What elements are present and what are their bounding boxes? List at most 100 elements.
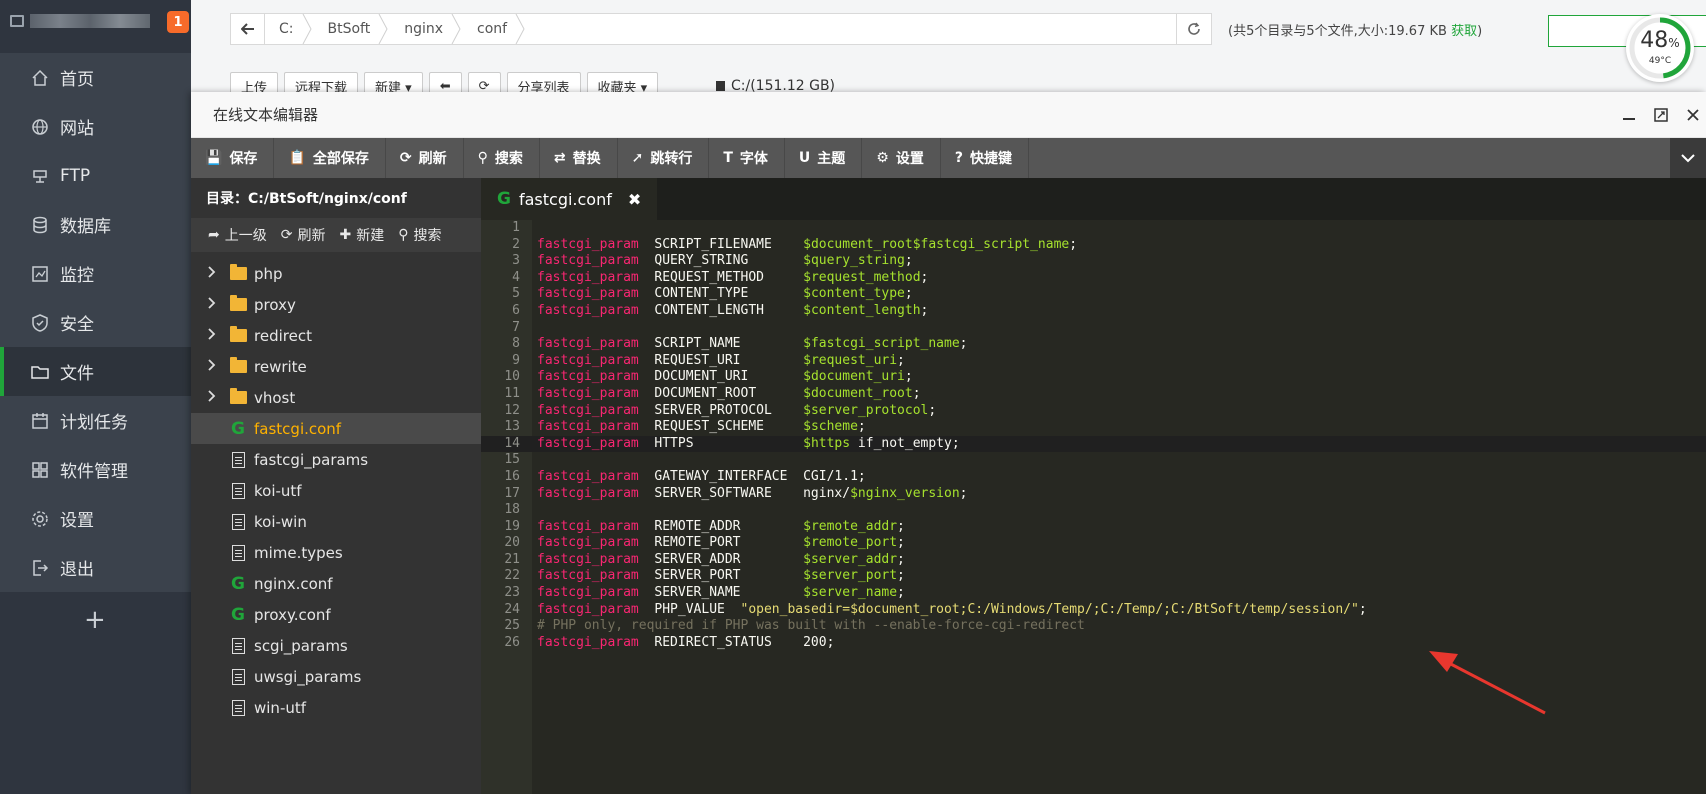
code-line[interactable]: 24 fastcgi_param PHP_VALUE "open_basedir=…: [481, 602, 1706, 619]
sidebar-item-gear[interactable]: 设置: [0, 494, 191, 543]
code-token: SCRIPT_FILENAME: [638, 236, 804, 252]
code-line[interactable]: 7: [481, 320, 1706, 337]
toolbar-help-button[interactable]: ? 快捷键: [941, 138, 1029, 178]
code-line[interactable]: 17 fastcgi_param SERVER_SOFTWARE nginx/$n…: [481, 486, 1706, 503]
tree-folder[interactable]: proxy: [191, 289, 481, 320]
tree-action-up-level[interactable]: ➦ 上一级: [208, 225, 267, 245]
toolbar-font-button[interactable]: T 字体: [709, 138, 785, 178]
code-line[interactable]: 13 fastcgi_param REQUEST_SCHEME $scheme;: [481, 419, 1706, 436]
sidebar-item-calendar[interactable]: 计划任务: [0, 396, 191, 445]
sidebar-item-database[interactable]: 数据库: [0, 200, 191, 249]
tree-action-search[interactable]: ⚲ 搜索: [398, 225, 441, 245]
code-token: fastcgi_param: [537, 236, 639, 252]
breadcrumb-item[interactable]: BtSoft: [314, 14, 391, 44]
expand-chevron-icon[interactable]: [208, 327, 216, 344]
toolbar-save-all-button[interactable]: 📋 全部保存: [274, 138, 386, 178]
notification-badge[interactable]: 1: [167, 11, 189, 33]
toolbar-goto-line-button[interactable]: ➚ 跳转行: [618, 138, 710, 178]
tab-close-icon[interactable]: ✖: [628, 190, 641, 209]
database-icon: [30, 215, 50, 235]
toolbar-collapse-chevron-icon[interactable]: [1670, 138, 1706, 178]
tree-file[interactable]: Gproxy.conf: [191, 599, 481, 630]
code-line[interactable]: 19 fastcgi_param REMOTE_ADDR $remote_addr…: [481, 519, 1706, 536]
code-line[interactable]: 14 fastcgi_param HTTPS $https if_not_empt…: [481, 435, 1706, 453]
toolbar-magnet-button[interactable]: U 主题: [785, 138, 863, 178]
g-glyph: G: [231, 573, 245, 594]
toolbar-replace-button[interactable]: ⇄ 替换: [540, 138, 618, 178]
close-icon[interactable]: [1684, 106, 1702, 124]
tree-file[interactable]: Gfastcgi.conf: [191, 413, 481, 444]
code-line[interactable]: 9 fastcgi_param REQUEST_URI $request_uri;: [481, 353, 1706, 370]
tree-file[interactable]: uwsgi_params: [191, 661, 481, 692]
maximize-icon[interactable]: [1652, 106, 1670, 124]
tree-file[interactable]: scgi_params: [191, 630, 481, 661]
cpu-gauge[interactable]: 48% 49°C: [1626, 14, 1694, 82]
expand-chevron-icon[interactable]: [208, 296, 216, 313]
editor-title: 在线文本编辑器: [213, 106, 319, 124]
code-line[interactable]: 25 # PHP only, required if PHP was built …: [481, 618, 1706, 635]
code-line[interactable]: 11 fastcgi_param DOCUMENT_ROOT $document_…: [481, 386, 1706, 403]
code-line[interactable]: 20 fastcgi_param REMOTE_PORT $remote_port…: [481, 535, 1706, 552]
toolbar-save-button[interactable]: 💾 保存: [191, 138, 275, 178]
minimize-icon[interactable]: [1620, 106, 1638, 124]
code-lines[interactable]: 1 2 fastcgi_param SCRIPT_FILENAME $documen…: [481, 220, 1706, 651]
path-refresh-button[interactable]: [1176, 13, 1212, 45]
sidebar-item-globe[interactable]: 网站: [0, 102, 191, 151]
expand-chevron-icon[interactable]: [208, 389, 216, 406]
code-token: fastcgi_param: [537, 568, 639, 584]
code-line[interactable]: 23 fastcgi_param SERVER_NAME $server_name…: [481, 585, 1706, 602]
sidebar-item-apps[interactable]: 软件管理: [0, 445, 191, 494]
file-tab[interactable]: G fastcgi.conf ✖: [481, 178, 658, 220]
sidebar-item-monitor[interactable]: 监控: [0, 249, 191, 298]
code-line[interactable]: 3 fastcgi_param QUERY_STRING $query_strin…: [481, 253, 1706, 270]
expand-chevron-icon[interactable]: [208, 265, 216, 282]
size-fetch-link[interactable]: 获取: [1451, 24, 1477, 39]
tree-folder[interactable]: rewrite: [191, 351, 481, 382]
code-editor[interactable]: G fastcgi.conf ✖ 1 2 fastcgi_param SCRIPT_…: [481, 178, 1706, 794]
line-number: 5: [512, 286, 520, 302]
tree-file[interactable]: koi-win: [191, 506, 481, 537]
tree-file[interactable]: koi-utf: [191, 475, 481, 506]
sidebar-item-home[interactable]: 首页: [0, 53, 191, 102]
code-token: REMOTE_ADDR: [638, 518, 804, 534]
path-bar[interactable]: C: BtSoft nginx conf: [230, 13, 1212, 45]
tree-folder[interactable]: vhost: [191, 382, 481, 413]
tree-folder[interactable]: php: [191, 258, 481, 289]
sidebar-item-folder[interactable]: 文件: [0, 347, 191, 396]
back-arrow-icon[interactable]: [231, 14, 265, 44]
tree-action-refresh[interactable]: ⟳ 刷新: [281, 225, 326, 245]
toolbar-gear-button[interactable]: ⚙ 设置: [862, 138, 941, 178]
tree-file[interactable]: mime.types: [191, 537, 481, 568]
code-line[interactable]: 6 fastcgi_param CONTENT_LENGTH $content_l…: [481, 303, 1706, 320]
sidebar-item-ftp[interactable]: FTP: [0, 151, 191, 200]
add-nav-button[interactable]: +: [84, 605, 106, 635]
code-line[interactable]: 22 fastcgi_param SERVER_PORT $server_port…: [481, 568, 1706, 585]
tree-item-label: rewrite: [254, 357, 307, 376]
code-line[interactable]: 12 fastcgi_param SERVER_PROTOCOL $server_…: [481, 403, 1706, 420]
sidebar-item-logout[interactable]: 退出: [0, 543, 191, 592]
breadcrumb-item[interactable]: C:: [265, 14, 314, 44]
code-line[interactable]: 18: [481, 502, 1706, 519]
tree-file[interactable]: Gnginx.conf: [191, 568, 481, 599]
code-line[interactable]: 10 fastcgi_param DOCUMENT_URI $document_u…: [481, 369, 1706, 386]
code-token: ;: [920, 269, 929, 285]
code-line[interactable]: 26 fastcgi_param REDIRECT_STATUS 200;: [481, 635, 1706, 652]
code-line[interactable]: 2 fastcgi_param SCRIPT_FILENAME $document…: [481, 237, 1706, 254]
toolbar-search-button[interactable]: ⚲ 搜索: [464, 138, 540, 178]
tree-file[interactable]: win-utf: [191, 692, 481, 723]
code-line[interactable]: 15: [481, 452, 1706, 469]
code-line[interactable]: 1: [481, 220, 1706, 237]
tree-folder[interactable]: redirect: [191, 320, 481, 351]
breadcrumb-item[interactable]: nginx: [390, 14, 463, 44]
sidebar-item-shield[interactable]: 安全: [0, 298, 191, 347]
tree-action-plus[interactable]: ✚ 新建: [339, 225, 384, 245]
toolbar-refresh-button[interactable]: ⟳ 刷新: [386, 138, 464, 178]
code-line[interactable]: 4 fastcgi_param REQUEST_METHOD $request_m…: [481, 270, 1706, 287]
code-line[interactable]: 8 fastcgi_param SCRIPT_NAME $fastcgi_scri…: [481, 336, 1706, 353]
code-line[interactable]: 21 fastcgi_param SERVER_ADDR $server_addr…: [481, 552, 1706, 569]
tree-file[interactable]: fastcgi_params: [191, 444, 481, 475]
breadcrumb-item[interactable]: conf: [463, 14, 527, 44]
code-line[interactable]: 16 fastcgi_param GATEWAY_INTERFACE CGI/1.…: [481, 469, 1706, 486]
expand-chevron-icon[interactable]: [208, 358, 216, 375]
code-line[interactable]: 5 fastcgi_param CONTENT_TYPE $content_typ…: [481, 286, 1706, 303]
